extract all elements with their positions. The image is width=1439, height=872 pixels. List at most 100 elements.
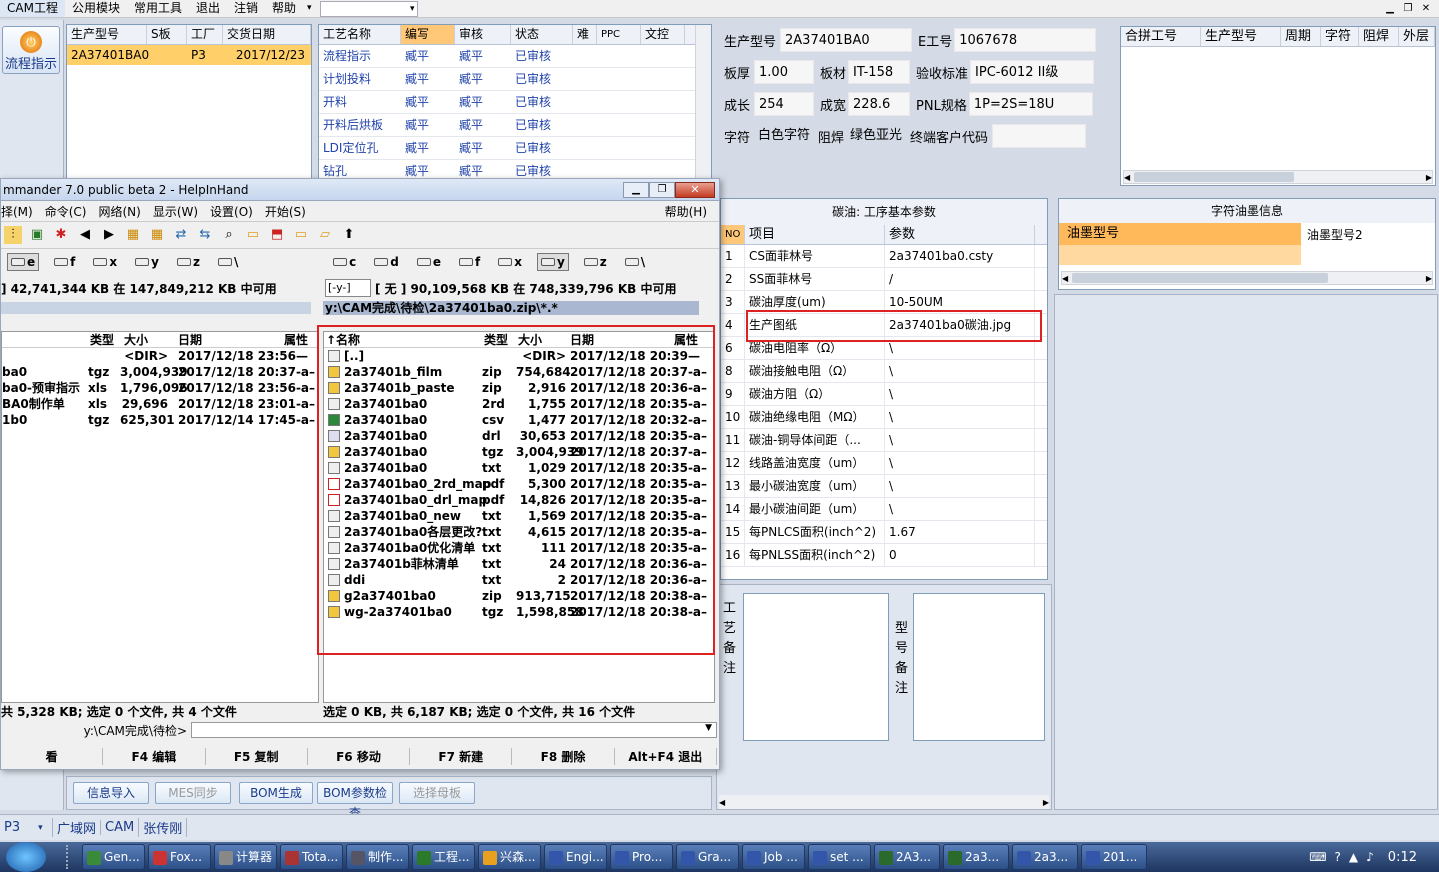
drive-button-e[interactable]: e — [414, 254, 444, 270]
help-icon[interactable]: ? — [1335, 850, 1341, 864]
tc-left-path[interactable] — [1, 302, 311, 314]
customer-field[interactable] — [992, 124, 1087, 148]
col-status[interactable]: 状态 — [511, 25, 573, 44]
tc-menu-net[interactable]: 网络(N) — [92, 203, 146, 220]
menu-combo[interactable]: ▾ — [319, 0, 418, 17]
file-row[interactable]: 2a37401ba0_drl_map pdf 14,826 2017/12/18 20… — [324, 492, 714, 508]
file-row[interactable]: <DIR> 2017/12/18 23:56— — [2, 348, 318, 364]
combo-hscroll-thumb[interactable] — [1134, 172, 1295, 182]
file-row[interactable]: 2a37401ba0优化清单 txt 111 2017/12/18 20:35-a– — [324, 540, 714, 556]
file-row[interactable]: 2a37401b_paste zip 2,916 2017/12/18 20:36-a… — [324, 380, 714, 396]
e-field[interactable]: 1067678 — [954, 28, 1097, 52]
file-row[interactable]: ba0 tgz 3,004,939 2017/12/18 20:37-a– — [2, 364, 318, 380]
drive-button-x[interactable]: x — [495, 254, 525, 270]
network-icon[interactable]: ▲ — [1349, 850, 1358, 864]
info-import-button[interactable]: 信息导入 — [73, 782, 149, 804]
file-row[interactable]: BA0制作单 xls 29,696 2017/12/18 23:01-a– — [2, 396, 318, 412]
drive-button-y[interactable]: y — [536, 253, 569, 271]
model-note-field[interactable] — [913, 593, 1045, 741]
fkey-button[interactable]: F6 移动 — [308, 747, 411, 765]
menu-exit[interactable]: 退出 — [189, 0, 227, 17]
taskbar-item[interactable]: 工程... — [412, 844, 475, 870]
scroll-left-icon[interactable]: ◀ — [1124, 173, 1130, 182]
tc-pdf-icon[interactable]: ⬒ — [268, 226, 286, 244]
model-field[interactable]: 2A37401BA0 — [780, 28, 913, 52]
col-s[interactable]: S板 — [147, 25, 187, 44]
drive-button-x[interactable]: x — [90, 254, 120, 270]
tc-tree-icon[interactable]: ⫶ — [4, 226, 22, 244]
col-ink-model2[interactable]: 油墨型号2 — [1301, 226, 1363, 243]
tc-zip-icon[interactable]: ▦ — [124, 226, 142, 244]
file-row[interactable]: 1b0 tgz 625,301 2017/12/14 17:45-a– — [2, 412, 318, 428]
file-row[interactable]: 2a37401b_film zip 754,684 2017/12/18 20:37-… — [324, 364, 714, 380]
scroll-right-icon[interactable]: ▶ — [1426, 274, 1432, 283]
taskbar-item[interactable]: Fox... — [148, 844, 211, 870]
plant-select[interactable]: P3 ▾ — [4, 818, 52, 838]
tc-maximize-icon[interactable]: ❐ — [649, 181, 675, 198]
tc-right-col-attr[interactable]: 属性 — [674, 332, 698, 348]
drive-button-c[interactable]: c — [330, 254, 359, 270]
tc-back-icon[interactable]: ◀ — [76, 226, 94, 244]
minimize-icon[interactable]: ▁ — [1381, 2, 1399, 16]
mask-field[interactable]: 绿色亚光 — [846, 124, 908, 148]
tc-left-col-size[interactable]: 大小 — [124, 332, 148, 348]
file-row[interactable]: 2a37401ba0_new txt 1,569 2017/12/18 20:35-a… — [324, 508, 714, 524]
col-model[interactable]: 生产型号 — [67, 25, 147, 44]
length-field[interactable]: 254 — [754, 92, 815, 116]
tc-search-icon[interactable]: ⌕ — [220, 226, 238, 244]
thickness-field[interactable]: 1.00 — [754, 60, 815, 84]
tc-menu-command[interactable]: 命令(C) — [39, 203, 93, 220]
col-process[interactable]: 工艺名称 — [319, 25, 401, 44]
col-no[interactable]: NO — [721, 225, 745, 244]
fkey-button[interactable]: F8 删除 — [512, 747, 615, 765]
tc-right-col-type[interactable]: 类型 — [484, 332, 508, 348]
col-ink-model[interactable]: 油墨型号 — [1059, 223, 1301, 245]
taskbar-item[interactable]: 计算器 — [214, 844, 277, 870]
scroll-right-icon[interactable]: ▶ — [1043, 798, 1049, 807]
material-field[interactable]: IT-158 — [848, 60, 911, 84]
fkey-button[interactable]: F5 复制 — [206, 747, 308, 765]
tc-left-col-date[interactable]: 日期 — [178, 332, 202, 348]
drive-button-f[interactable]: f — [456, 254, 483, 270]
flow-button[interactable]: ⏻ 流程指示 — [2, 26, 60, 74]
width-field[interactable]: 228.6 — [848, 92, 911, 116]
volume-icon[interactable]: ♪ — [1366, 850, 1374, 864]
drive-button-d[interactable]: d — [371, 254, 402, 270]
carbon-row[interactable]: 12 线路盖油宽度（um） \ — [721, 451, 1047, 475]
carbon-row[interactable]: 10 碳油绝缘电阻（MΩ） \ — [721, 405, 1047, 429]
tc-select-icon[interactable]: ✱ — [52, 226, 70, 244]
drive-button-net[interactable]: \ — [622, 254, 648, 270]
pnl-field[interactable]: 1P=2S=18U — [968, 92, 1093, 116]
drive-button-e[interactable]: e — [7, 253, 40, 271]
taskbar-item[interactable]: Job ... — [742, 844, 805, 870]
scroll-left-icon[interactable]: ◀ — [1062, 274, 1068, 283]
file-row[interactable]: 2a37401ba0 2rd 1,755 2017/12/18 20:35-a– — [324, 396, 714, 412]
col-difficulty[interactable]: 难 — [573, 25, 597, 44]
tc-menu-help[interactable]: 帮助(H) — [665, 203, 719, 220]
menu-tools[interactable]: 常用工具 — [127, 0, 189, 17]
file-row[interactable]: 2a37401b菲林清单 txt 24 2017/12/18 20:36-a– — [324, 556, 714, 572]
carbon-row[interactable]: 1 CS面菲林号 2a37401ba0.csty — [721, 244, 1047, 268]
taskbar-item[interactable]: set ... — [808, 844, 871, 870]
file-row[interactable]: 2a37401ba0各层更改?. txt 4,615 2017/12/18 20:35… — [324, 524, 714, 540]
product-row[interactable]: 2A37401BA0 P3 2017/12/23 — [67, 45, 311, 65]
col-char[interactable]: 字符 — [1321, 27, 1359, 46]
process-scrollbar[interactable] — [695, 25, 711, 179]
carbon-row[interactable]: 16 每PNLSS面积(inch^2) 0 — [721, 543, 1047, 567]
tc-cmd-input[interactable]: ▼ — [191, 722, 717, 738]
drive-button-y[interactable]: y — [132, 254, 162, 270]
file-row[interactable]: 2a37401ba0_2rd_map pdf 5,300 2017/12/18 20:… — [324, 476, 714, 492]
menu-public[interactable]: 公用模块 — [65, 0, 127, 17]
drive-button-net[interactable]: \ — [215, 254, 241, 270]
restore-icon[interactable]: ❐ — [1399, 2, 1417, 16]
start-button-icon[interactable] — [6, 842, 46, 872]
drive-button-z[interactable]: z — [581, 254, 610, 270]
tc-url-icon[interactable]: ⇆ — [196, 226, 214, 244]
fkey-button[interactable]: Alt+F4 退出 — [615, 747, 717, 765]
menu-logout[interactable]: 注销 — [227, 0, 265, 17]
carbon-row[interactable]: 4 生产图纸 2a37401ba0碳油.jpg — [721, 313, 1047, 337]
menu-cam[interactable]: CAM工程 — [0, 0, 65, 17]
file-row[interactable]: wg-2a37401ba0 tgz 1,598,858 2017/12/18 20:3… — [324, 604, 714, 620]
tc-menu-start[interactable]: 开始(S) — [259, 203, 312, 220]
tc-up-icon[interactable]: ⬆ — [340, 226, 358, 244]
